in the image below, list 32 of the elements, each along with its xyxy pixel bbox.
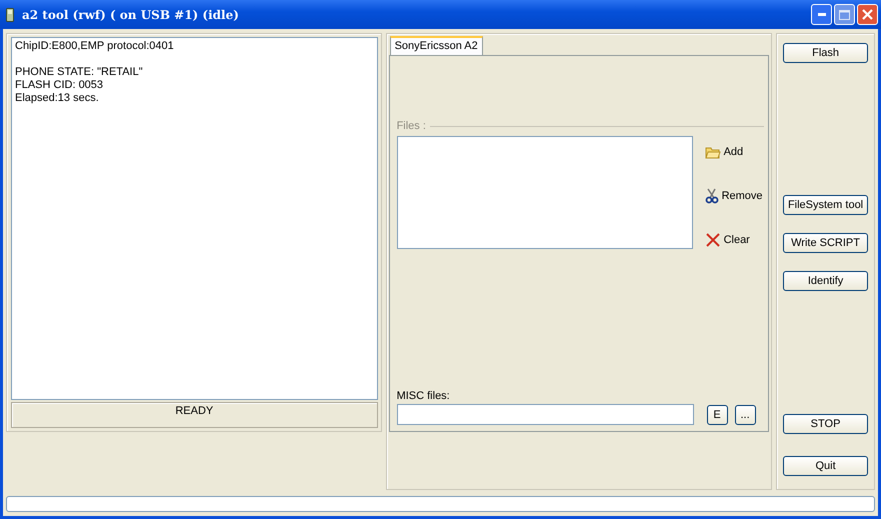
misc-button[interactable]: E (706, 404, 728, 424)
action-button[interactable]: Flash (783, 43, 868, 63)
maximize-button[interactable] (834, 4, 855, 25)
scissors-icon (704, 188, 719, 204)
action-button[interactable]: FileSystem tool (783, 195, 868, 215)
files-list[interactable] (396, 136, 693, 249)
tab[interactable]: SonyEricsson A2 (390, 36, 483, 55)
log-line: ChipID:E800,EMP protocol:0401 (15, 40, 175, 53)
folder-icon (704, 146, 721, 158)
minimize-button[interactable] (811, 4, 832, 25)
misc-files-label: MISC files: (396, 389, 451, 403)
window-title: a2 tool (rwf) ( on USB #1) (idle) (22, 8, 240, 22)
close-button[interactable] (857, 4, 878, 25)
action-button[interactable]: Identify (783, 271, 868, 291)
action-button[interactable]: STOP (783, 414, 868, 434)
minimize-icon (818, 13, 826, 16)
misc-files-field[interactable] (396, 404, 694, 425)
clear-button[interactable]: Clear (704, 230, 763, 250)
log-line: FLASH CID: 0053 (15, 79, 104, 92)
log-line: PHONE STATE: "RETAIL" (15, 66, 144, 79)
add-button[interactable]: Add (704, 142, 763, 162)
files-label: Files : (396, 120, 426, 132)
log-line: Elapsed:13 secs. (15, 92, 100, 105)
remove-button[interactable]: Remove (704, 186, 763, 206)
action-button[interactable]: Quit (783, 456, 868, 476)
action-button[interactable]: Write SCRIPT (783, 233, 868, 253)
maximize-icon (839, 10, 850, 20)
phone-icon (6, 8, 14, 22)
misc-button[interactable]: ... (734, 404, 756, 424)
close-icon (862, 9, 873, 20)
status-label: READY (11, 402, 378, 428)
close-icon (704, 232, 721, 248)
